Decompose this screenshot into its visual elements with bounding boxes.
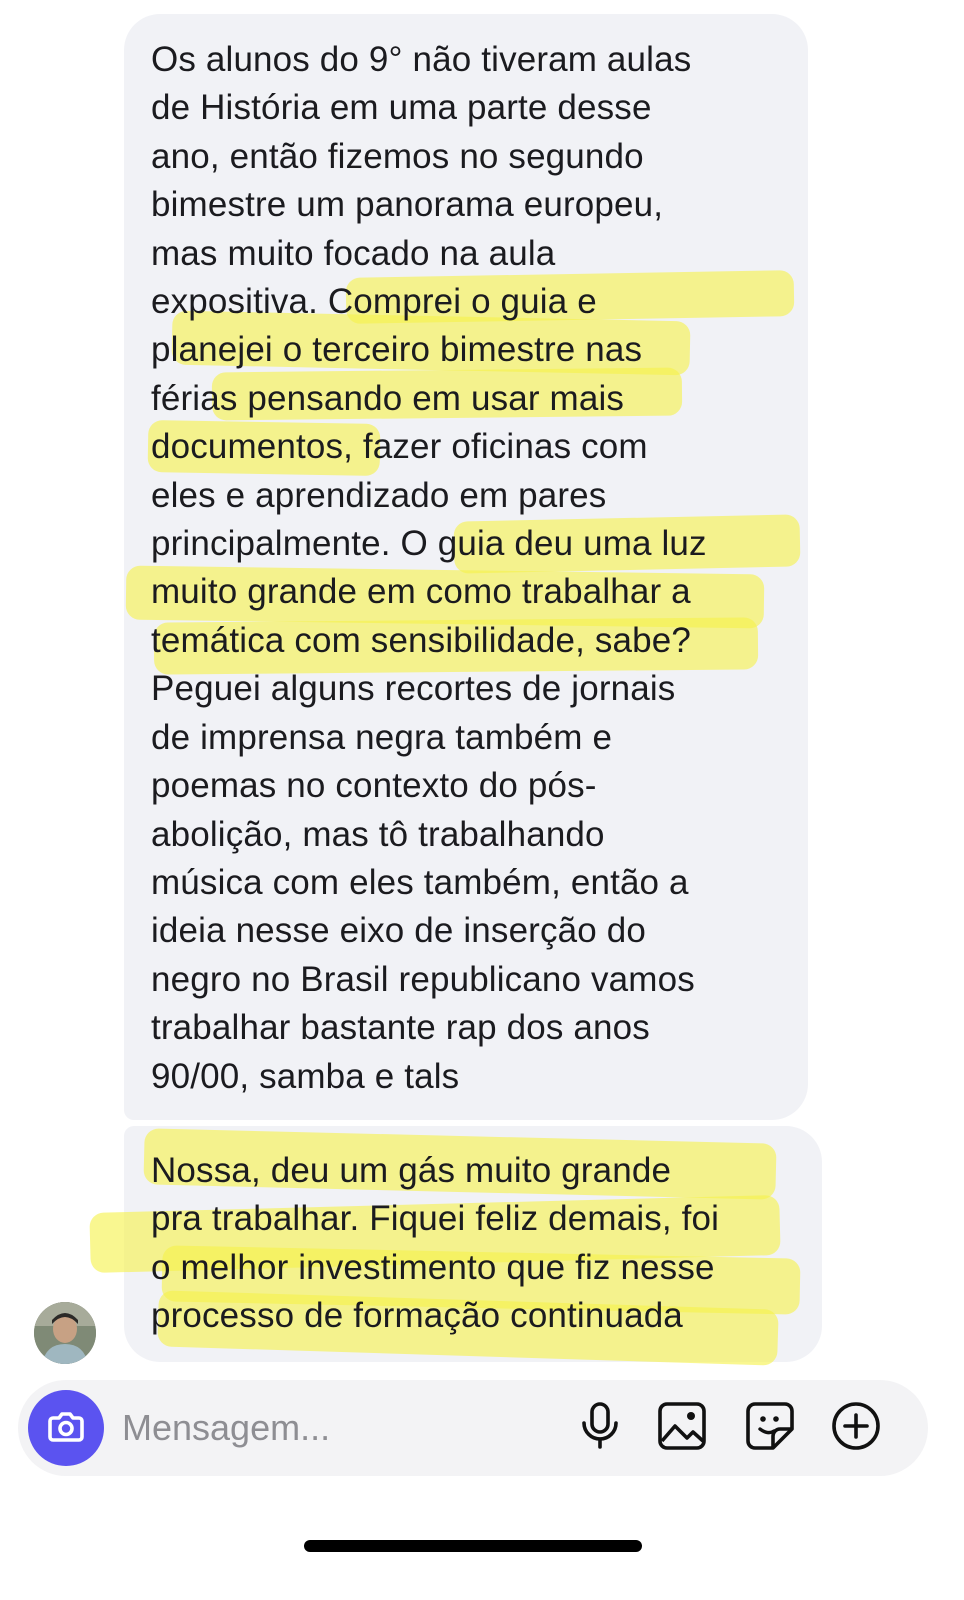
gallery-button[interactable] — [656, 1401, 708, 1456]
avatar-photo — [34, 1302, 96, 1364]
plus-circle-icon — [830, 1400, 882, 1457]
avatar[interactable] — [34, 1302, 96, 1364]
message-text: Os alunos do 9° não tiveram aulas de His… — [151, 40, 707, 1096]
camera-icon — [44, 1404, 88, 1453]
home-indicator[interactable] — [304, 1540, 642, 1552]
add-button[interactable] — [830, 1400, 882, 1457]
message-input[interactable] — [122, 1398, 542, 1458]
message-text: Nossa, deu um gás muito grande pra traba… — [151, 1151, 720, 1336]
microphone-button[interactable] — [574, 1401, 626, 1456]
sticker-button[interactable] — [744, 1401, 796, 1456]
message-bubble: Os alunos do 9° não tiveram aulas de His… — [124, 14, 808, 1120]
camera-button[interactable] — [28, 1390, 104, 1466]
chat-screen: Os alunos do 9° não tiveram aulas de His… — [0, 0, 964, 1600]
message-bubble: Nossa, deu um gás muito grande pra traba… — [89, 1126, 822, 1366]
microphone-icon — [578, 1401, 622, 1456]
message-composer — [18, 1380, 928, 1476]
sticker-icon — [745, 1401, 795, 1456]
image-icon — [657, 1401, 707, 1456]
